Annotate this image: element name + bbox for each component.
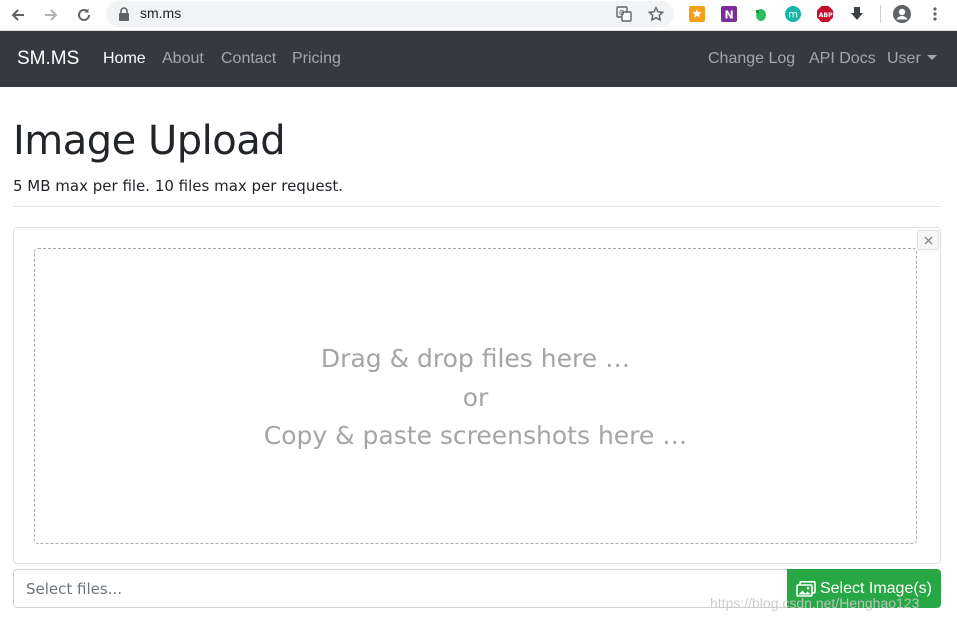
back-button[interactable] [6, 3, 30, 27]
nav-user-label: User [887, 50, 921, 67]
downloads-button[interactable] [846, 3, 868, 25]
toolbar-separator [880, 5, 881, 23]
caret-down-icon [926, 55, 937, 60]
translate-button[interactable]: G [614, 4, 634, 24]
more-vertical-icon [933, 7, 937, 21]
adblock-plus-icon: ABP [817, 6, 834, 22]
download-icon [851, 7, 863, 20]
star-extension-icon [689, 6, 705, 22]
arrow-left-icon [11, 9, 24, 21]
file-select-input[interactable] [13, 569, 787, 608]
url-text: sm.ms [140, 5, 182, 21]
browser-toolbar: sm.ms G N m ABP [0, 0, 957, 31]
arrow-right-icon [45, 9, 58, 21]
bookmark-button[interactable] [646, 4, 666, 24]
drop-zone-or: or [462, 383, 489, 412]
nav-about[interactable]: About [162, 50, 204, 68]
profile-button[interactable] [891, 3, 913, 25]
nav-home[interactable]: Home [103, 50, 146, 68]
translate-icon: G [616, 6, 632, 22]
drop-zone-text: Drag & drop files here … [320, 344, 631, 373]
evernote-icon [756, 9, 766, 21]
onenote-icon: N [721, 6, 737, 22]
page-subtitle: 5 MB max per file. 10 files max per requ… [13, 177, 344, 195]
reload-icon [78, 8, 90, 21]
site-navbar: SM.MS Home About Contact Pricing Change … [0, 31, 957, 87]
drop-zone-paste-text: Copy & paste screenshots here … [263, 421, 688, 450]
reload-button[interactable] [72, 3, 96, 27]
divider [13, 206, 941, 207]
account-circle-icon [893, 5, 911, 23]
page-title: Image Upload [13, 118, 286, 164]
nav-pricing[interactable]: Pricing [292, 50, 341, 68]
nav-change-log[interactable]: Change Log [708, 50, 795, 68]
forward-button[interactable] [39, 3, 63, 27]
svg-text:N: N [725, 9, 734, 22]
nav-api-docs[interactable]: API Docs [809, 50, 876, 68]
watermark: https://blog.csdn.net/Henghao123 [710, 595, 920, 611]
close-button[interactable] [917, 230, 939, 250]
close-icon [924, 236, 932, 244]
adblock-plus-button[interactable]: ABP [814, 3, 836, 25]
svg-text:m: m [788, 10, 798, 21]
m-extension-icon: m [785, 6, 801, 22]
evernote-button[interactable] [750, 3, 772, 25]
svg-text:ABP: ABP [819, 12, 834, 19]
svg-text:G: G [619, 9, 624, 17]
browser-menu-button[interactable] [924, 3, 946, 25]
nav-user-dropdown[interactable]: User [887, 50, 937, 68]
m-extension-button[interactable]: m [782, 3, 804, 25]
address-bar[interactable]: sm.ms G [106, 1, 674, 27]
lock-icon [119, 7, 129, 21]
star-outline-icon [648, 6, 664, 22]
nav-contact[interactable]: Contact [221, 50, 276, 68]
star-extension-button[interactable] [686, 3, 708, 25]
onenote-button[interactable]: N [718, 3, 740, 25]
brand-logo[interactable]: SM.MS [17, 48, 79, 70]
